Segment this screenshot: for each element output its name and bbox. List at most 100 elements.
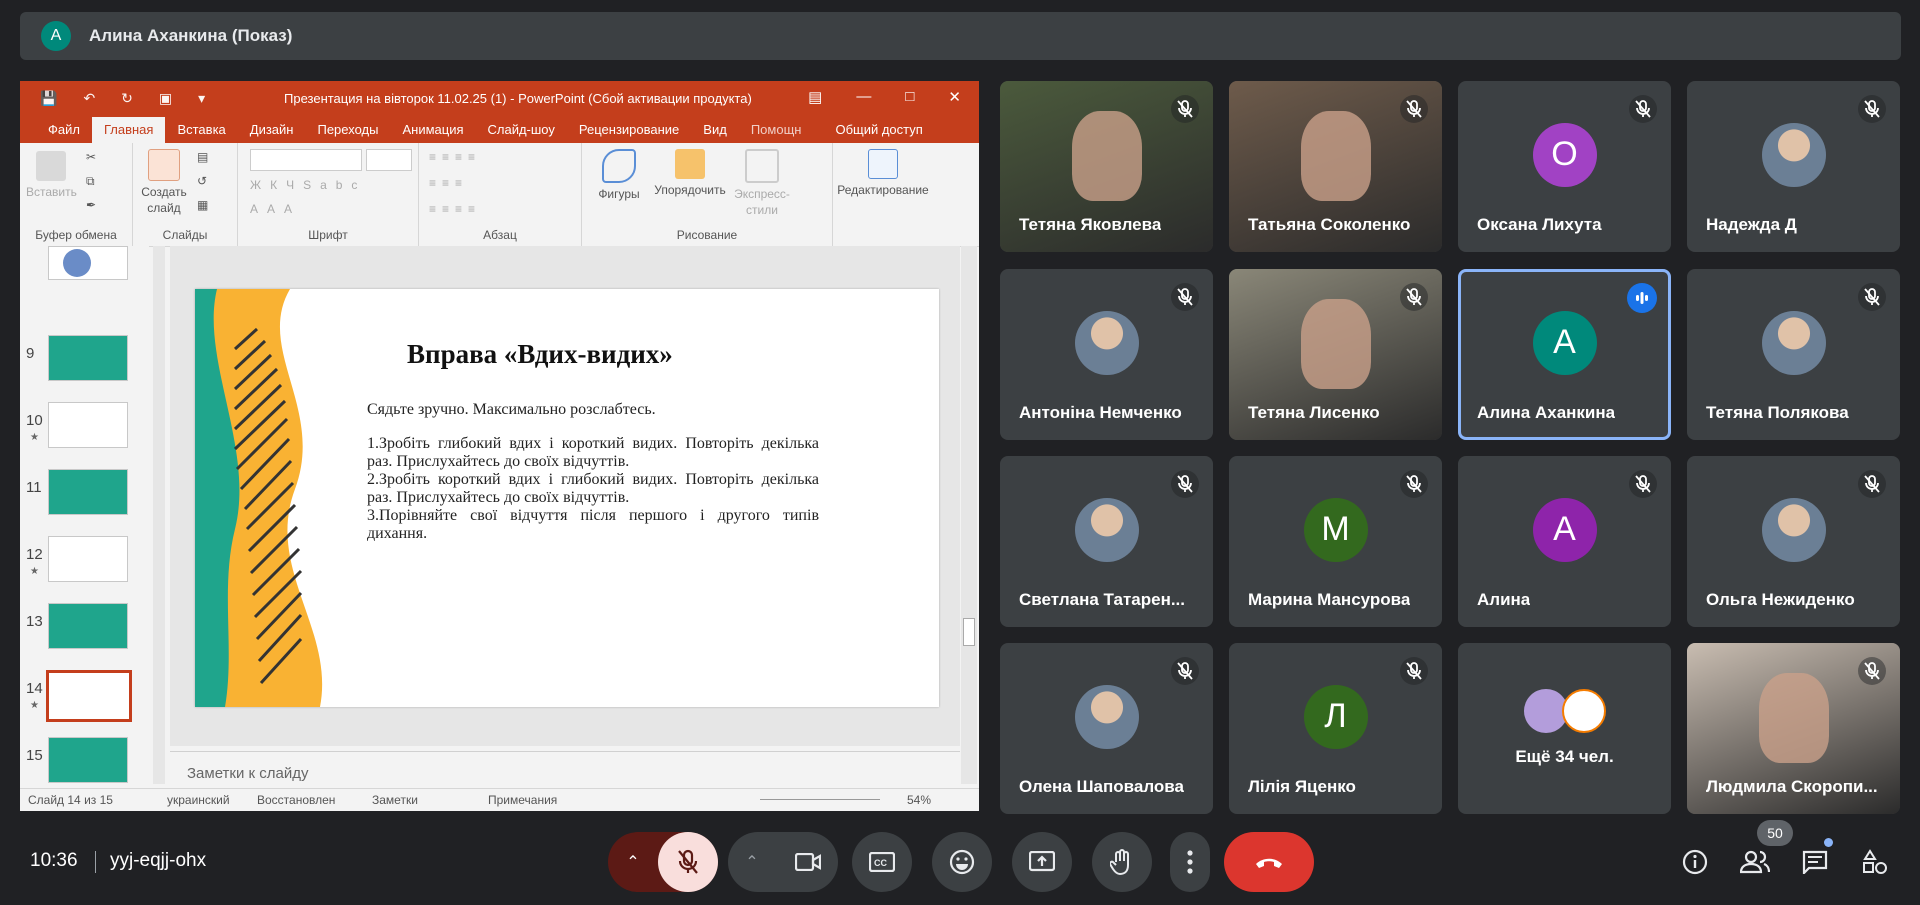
camera-group: ⌃ [728,832,838,892]
participant-name: Татьяна Соколенко [1248,215,1411,234]
participant-photo [1074,497,1139,562]
present-icon: ▣ [158,90,173,106]
participant-avatar: А [1532,310,1597,375]
more-vert-icon [1187,850,1193,874]
mic-off-icon [1400,470,1428,498]
font-size-field [366,149,412,171]
participant-name: Алина [1477,590,1531,609]
minimize-icon: — [856,88,872,105]
animation-star-icon: ★ [30,566,39,577]
slide-thumbnail[interactable] [48,402,128,448]
participant-tile[interactable]: Олена Шаповалова [1000,643,1213,814]
thumbnails-scrollbar [153,246,165,784]
participant-name: Тетяна Лисенко [1248,403,1380,422]
leave-call-button[interactable] [1224,832,1314,892]
zoom-level: 54% [907,793,932,807]
notes-placeholder: Заметки к слайду [187,765,309,782]
participant-tile[interactable]: Татьяна Соколенко [1229,81,1442,252]
slide-number: 14 [26,680,43,697]
tab-insert: Вставка [177,122,226,137]
reactions-button[interactable] [932,832,992,892]
camera-button[interactable] [778,832,838,892]
people-button[interactable] [1735,842,1775,882]
cut-icon: ✂ [86,150,97,164]
mic-off-icon [1171,470,1199,498]
participant-name: Алина Аханкина [1477,403,1616,422]
participant-avatar: А [1532,497,1597,562]
ribbon-display-icon: ▤ [808,89,823,106]
more-participants-label: Ещё 34 чел. [1515,747,1614,766]
participant-tile[interactable]: А Алина Аханкина [1458,269,1671,440]
font-name-field [250,149,362,171]
tab-file: Файл [48,122,80,137]
participant-tile[interactable]: Тетяна Полякова [1687,269,1900,440]
group-label: Слайды [162,228,208,242]
customize-icon: ▾ [198,90,206,106]
participant-face [1758,673,1829,763]
mic-options-button[interactable]: ⌃ [608,832,658,892]
slide-counter: Слайд 14 из 15 [28,793,113,807]
slide-thumbnail[interactable] [48,335,128,381]
camera-options-button[interactable]: ⌃ [728,832,776,892]
slide-thumbnail[interactable] [46,670,132,722]
more-options-button[interactable] [1170,832,1210,892]
people-icon [1740,850,1770,874]
participant-tile[interactable]: Ольга Нежиденко [1687,456,1900,627]
mic-off-icon [678,849,698,874]
participant-tile[interactable]: А Алина [1458,456,1671,627]
slide-thumbnail[interactable] [48,469,128,515]
slide-thumbnail[interactable] [48,536,128,582]
mic-off-icon [1171,657,1199,685]
participant-photo [1074,684,1139,749]
group-label: Буфер обмена [35,228,117,242]
divider [95,851,96,873]
microphone-button[interactable] [658,832,718,892]
copy-icon: ⧉ [86,174,95,188]
slide-number: 9 [26,345,35,362]
raise-hand-button[interactable] [1092,832,1152,892]
quick-styles-button: Экспресс-стили [732,149,792,218]
participant-tile[interactable]: М Марина Мансурова [1229,456,1442,627]
participant-tile[interactable]: Светлана Татарен... [1000,456,1213,627]
arrange-button: Упорядочить [648,149,732,198]
participant-tile[interactable]: Тетяна Яковлева [1000,81,1213,252]
editing-button: Редактирование [837,149,929,198]
chat-icon [1802,850,1828,874]
group-label: Абзац [483,228,517,242]
participant-photo [1761,310,1826,375]
slide-number: 11 [26,479,42,496]
ribbon: Вставить ✂ ⧉ ✒ Буфер обмена Создать слай… [20,143,979,247]
slide-step: 2.Зробіть короткий вдих і глибокий видих… [367,471,819,506]
participant-tile[interactable]: Надежда Д [1687,81,1900,252]
tab-animation: Анимация [402,122,464,137]
chat-button[interactable] [1795,838,1835,882]
participant-name: Надежда Д [1706,215,1797,234]
participant-tile[interactable]: Л Лілія Яценко [1229,643,1442,814]
indent-icons: ≡≡≡ [429,176,469,190]
activities-button[interactable] [1855,842,1895,882]
slide-thumbnail[interactable] [48,737,128,783]
zoom-slider [760,799,880,800]
slide-number: 10 [26,412,43,429]
captions-button[interactable]: CC [852,832,912,892]
participant-tile[interactable]: Людмила Скоропи... [1687,643,1900,814]
hidden-participant-avatar [1562,689,1606,733]
tab-design: Дизайн [249,122,294,137]
present-button[interactable] [1012,832,1072,892]
participant-avatar: О [1532,122,1597,187]
mic-off-icon [1171,283,1199,311]
speaking-indicator-icon [1627,283,1657,313]
participant-tile[interactable]: Ещё 34 чел. [1458,643,1671,814]
mic-group: ⌃ [608,832,718,892]
redo-icon: ↻ [121,90,133,106]
participant-tile[interactable]: Тетяна Лисенко [1229,269,1442,440]
shared-screen: 💾 ↶ ↻ ▣ ▾ Презентация на вівторок 11.02.… [20,81,979,811]
slide-step: 3.Порівняйте свої відчуття після першого… [367,507,819,542]
participant-tile[interactable]: Антоніна Немченко [1000,269,1213,440]
slide-thumbnail[interactable] [48,603,128,649]
participant-tile[interactable]: О Оксана Лихута [1458,81,1671,252]
recovered-status: Восстановлен [257,793,336,807]
participant-face [1300,299,1371,389]
meeting-info-button[interactable] [1675,842,1715,882]
participant-photo [1074,310,1139,375]
